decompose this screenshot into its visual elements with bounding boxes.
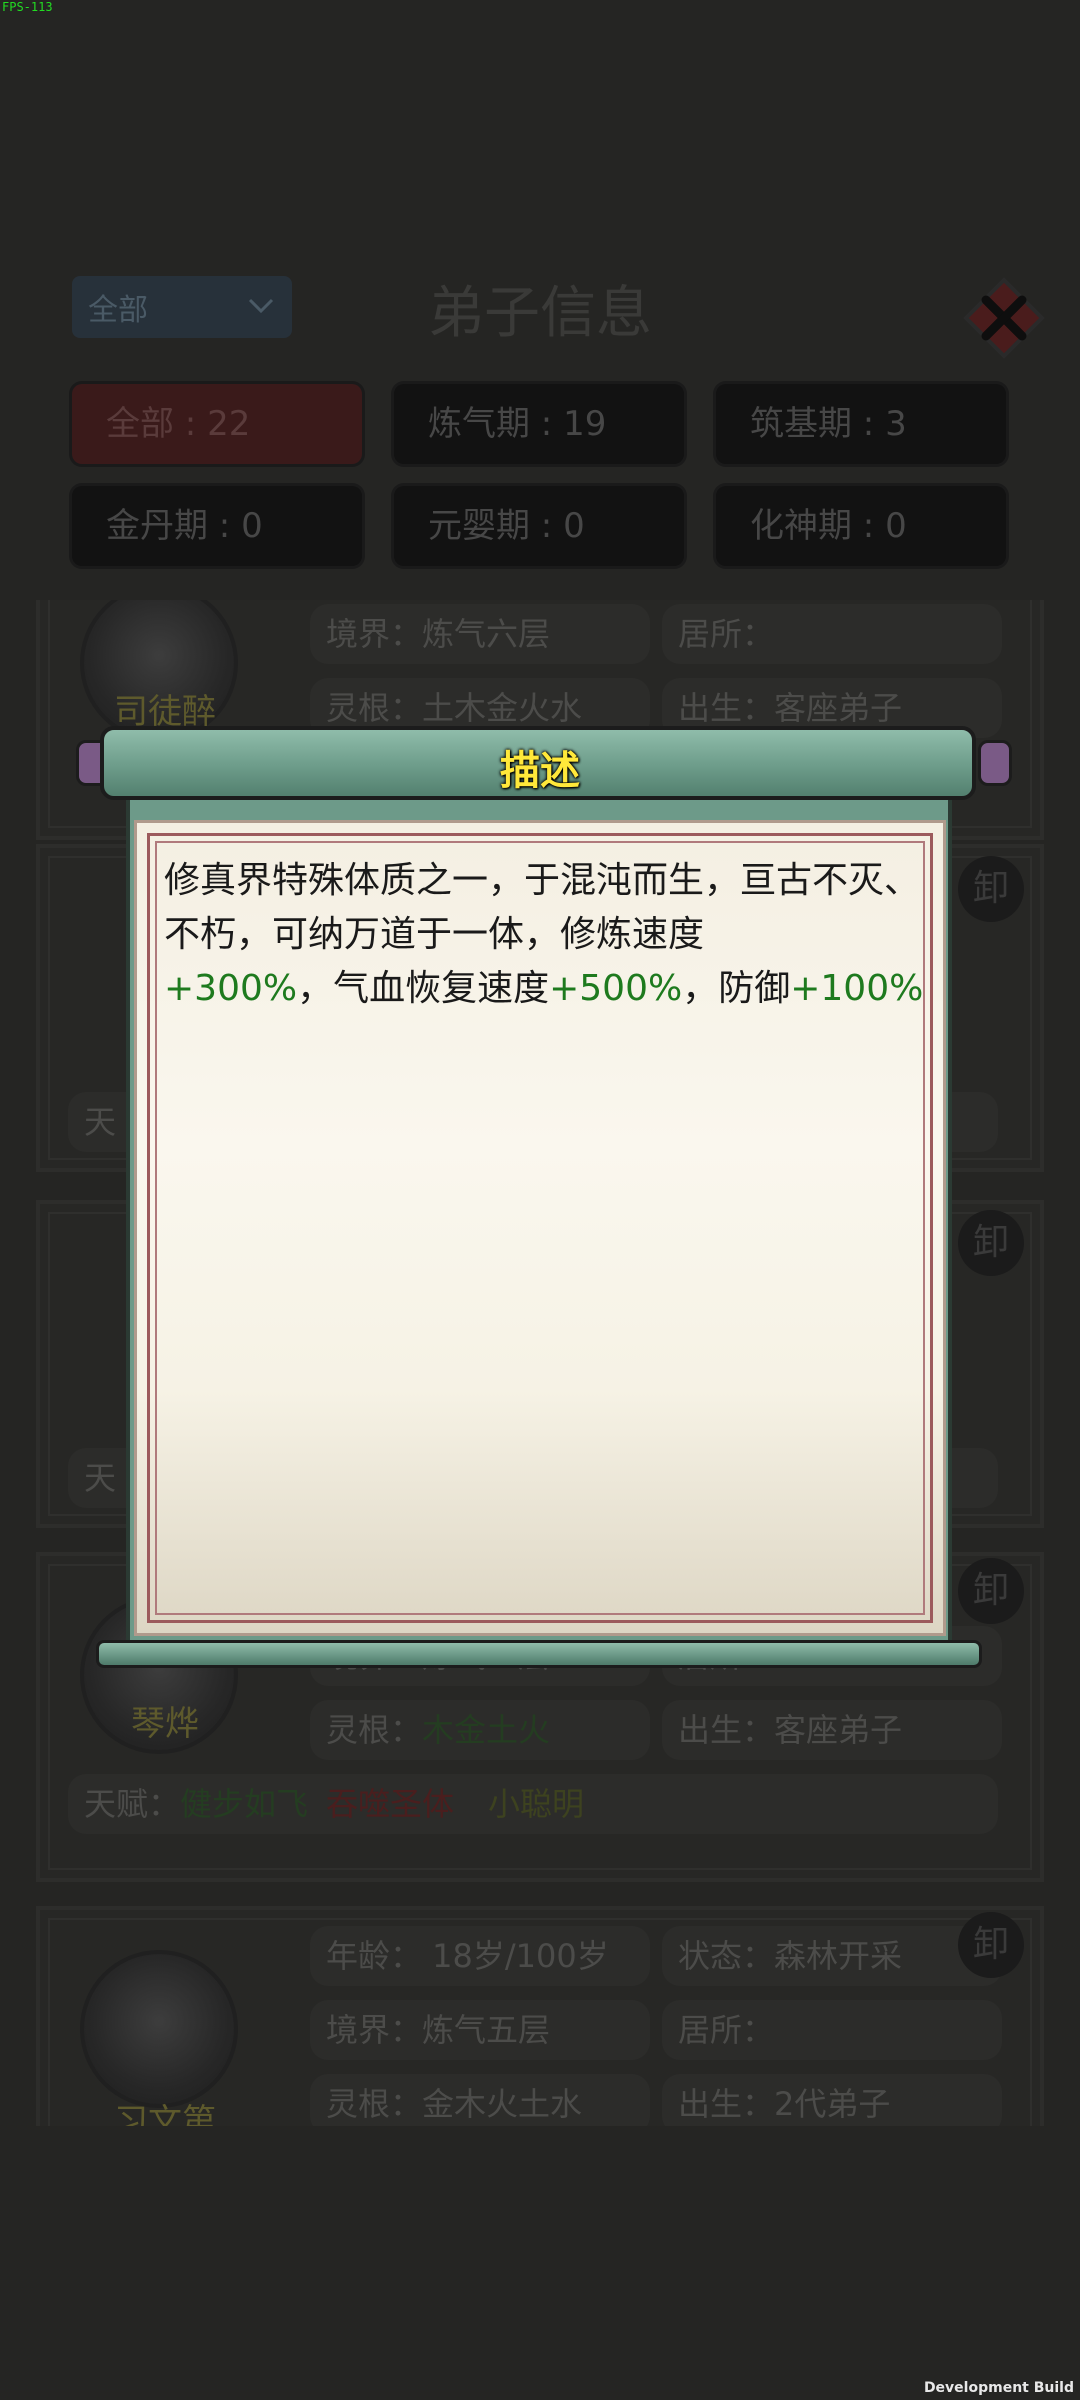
status-field: 状态：森林开采 xyxy=(662,1926,1002,1986)
dismiss-seal-button[interactable]: 卸 xyxy=(958,1912,1024,1978)
birth-field: 出生：2代弟子 xyxy=(662,2074,1002,2126)
age-field: 年龄： 18岁/100岁 xyxy=(310,1926,650,1986)
home-field: 居所： xyxy=(662,2000,1002,2060)
realm-field: 境界：炼气五层 xyxy=(310,2000,650,2060)
root-field: 灵根：金木火土水 xyxy=(310,2074,650,2126)
birth-field: 出生：客座弟子 xyxy=(662,1700,1002,1760)
root-field: 灵根：木金土火 xyxy=(310,1700,650,1760)
avatar xyxy=(80,1950,238,2108)
dismiss-seal-button[interactable]: 卸 xyxy=(958,1210,1024,1276)
disciple-name: 琴烨 xyxy=(131,1704,199,1744)
filter-golden-core[interactable]: 金丹期 : 0 xyxy=(72,486,362,566)
modal-title: 描述 xyxy=(500,748,580,794)
scroll-bottom-roller xyxy=(96,1640,982,1668)
screen: FPS-113 全部 弟子信息 全部 : 22 炼气期 : 19 筑基期 : 3… xyxy=(0,0,1080,2400)
fps-counter: FPS-113 xyxy=(2,0,53,14)
talent-item[interactable]: 健步如飞 xyxy=(180,1785,308,1823)
dismiss-seal-button[interactable]: 卸 xyxy=(958,856,1024,922)
filter-qi-refining[interactable]: 炼气期 : 19 xyxy=(394,384,684,464)
filter-spirit-sever[interactable]: 化神期 : 0 xyxy=(716,486,1006,566)
filter-foundation[interactable]: 筑基期 : 3 xyxy=(716,384,1006,464)
bonus-value: +300% xyxy=(164,968,298,1009)
realm-field: 境界：炼气六层 xyxy=(310,604,650,664)
home-field: 居所： xyxy=(662,604,1002,664)
description-text: 修真界特殊体质之一，于混沌而生，亘古不灭、不朽，可纳万道于一体，修炼速度 +300… xyxy=(164,860,924,1009)
disciple-card[interactable]: 习文第 年龄： 18岁/100岁 状态：森林开采 境界：炼气五层 居所： 灵根：… xyxy=(36,1906,1044,2126)
filter-nascent-soul[interactable]: 元婴期 : 0 xyxy=(394,486,684,566)
close-icon[interactable] xyxy=(962,276,1046,360)
talent-item[interactable]: 吞噬圣体 xyxy=(326,1785,454,1823)
talent-item[interactable]: 小聪明 xyxy=(488,1785,584,1823)
dev-build-label: Development Build xyxy=(923,2380,1074,2396)
filter-all[interactable]: 全部 : 22 xyxy=(72,384,362,464)
root-value: 木金土火 xyxy=(422,1711,551,1749)
disciple-name: 习文第 xyxy=(114,2102,216,2126)
talent-field: 天赋：健步如飞 吞噬圣体 小聪明 xyxy=(68,1774,998,1834)
page-title: 弟子信息 xyxy=(428,281,652,346)
bonus-value: +500% xyxy=(549,968,683,1009)
dismiss-seal-button[interactable]: 卸 xyxy=(958,1558,1024,1624)
bonus-value: +100% xyxy=(790,968,924,1009)
